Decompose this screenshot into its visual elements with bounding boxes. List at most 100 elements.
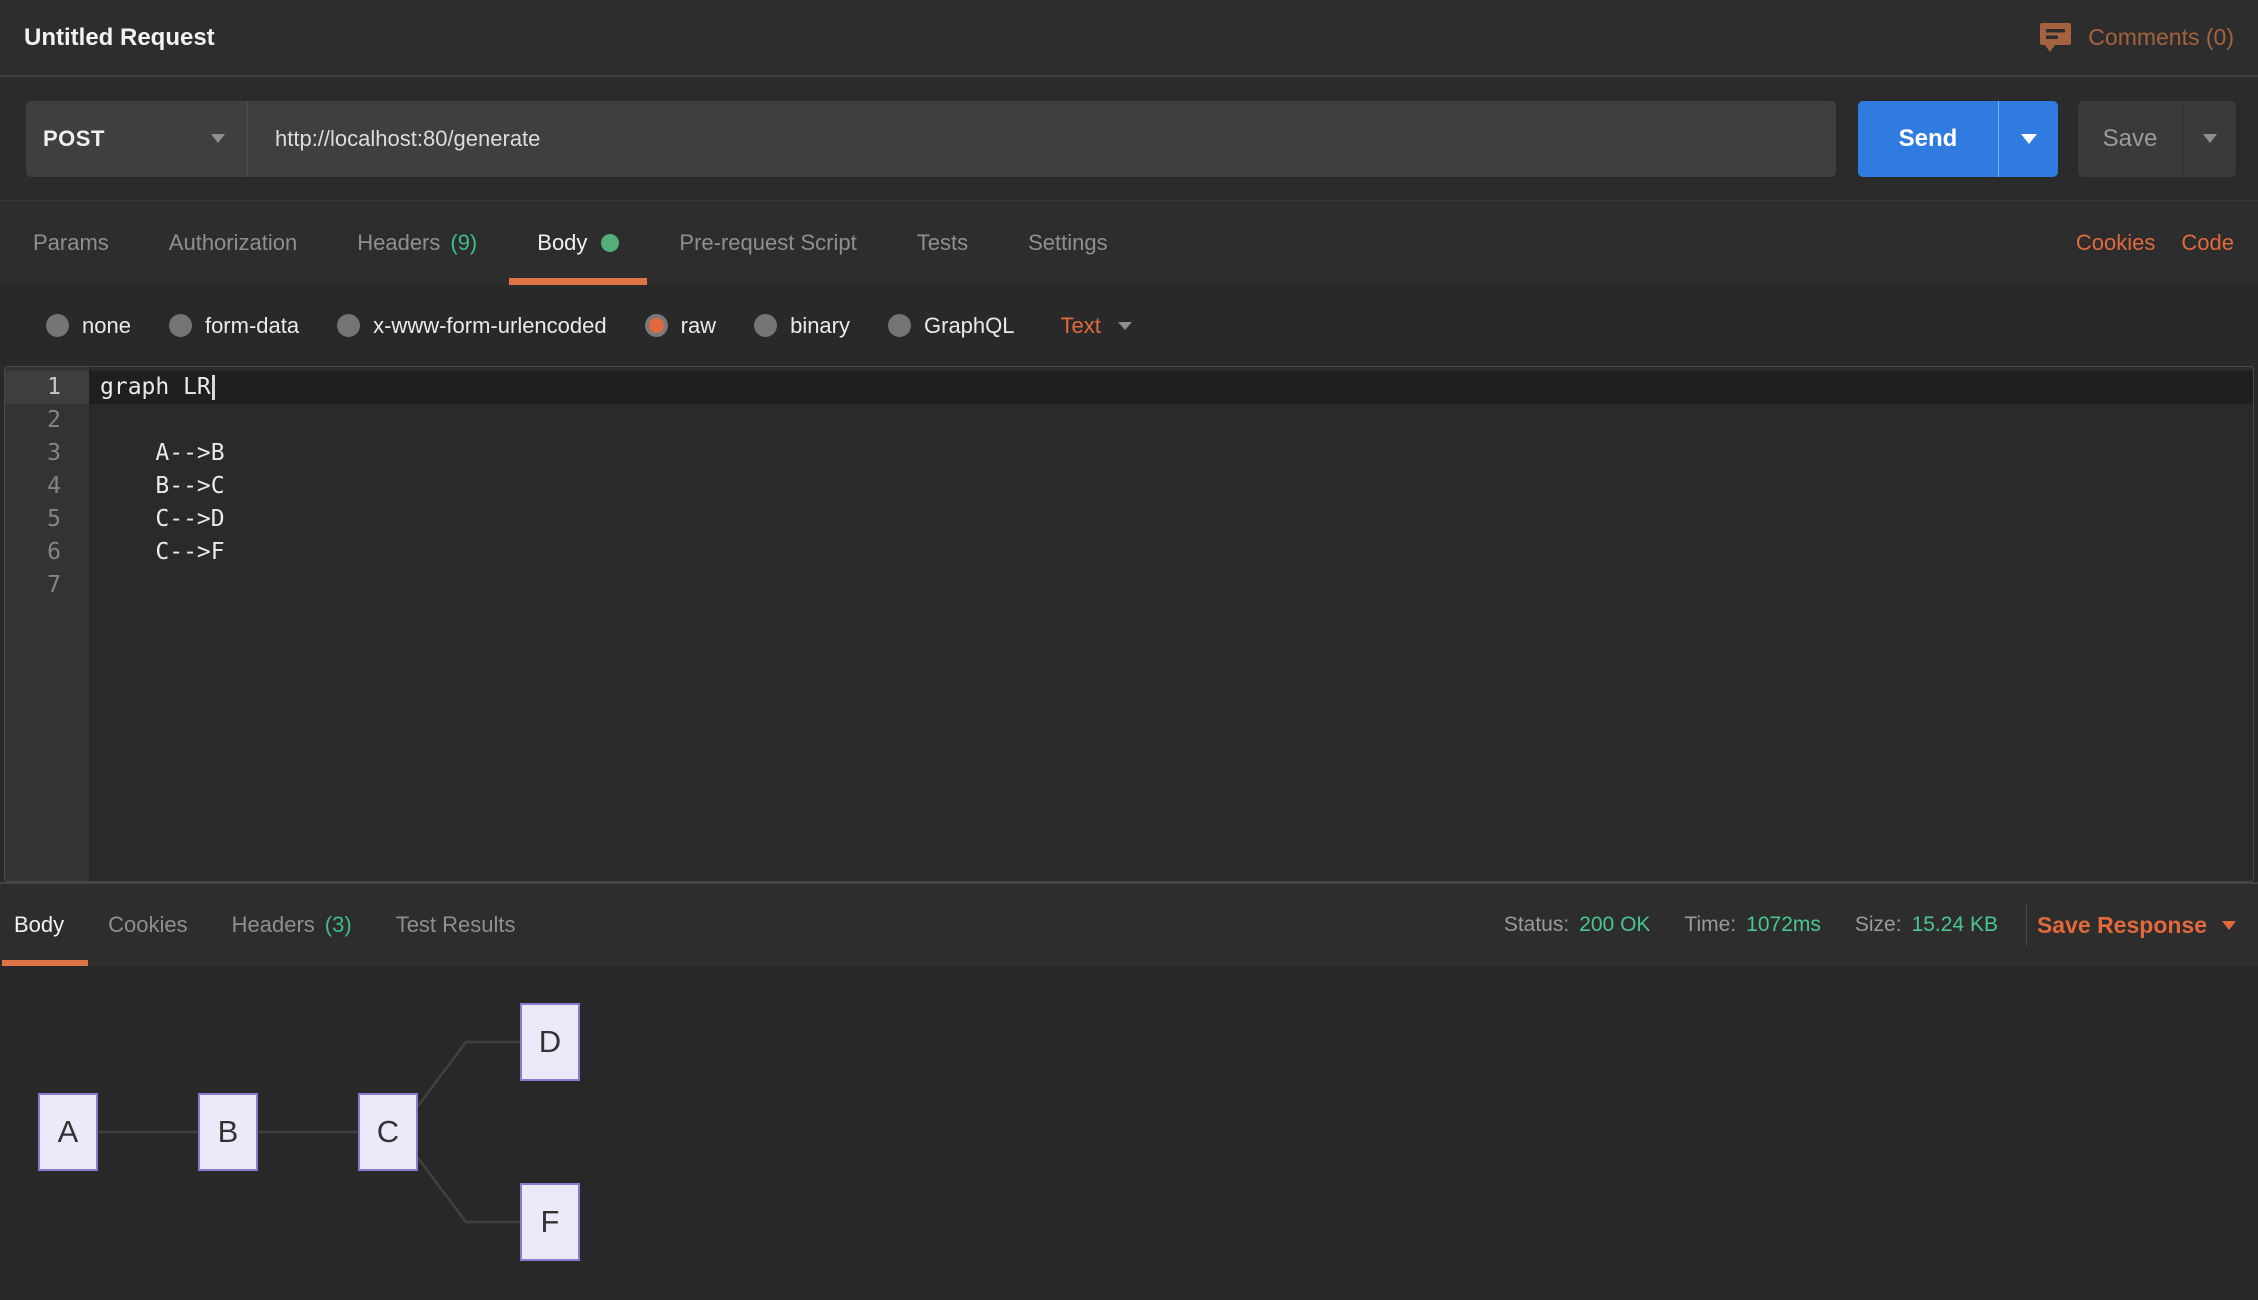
editor-code[interactable]: graph LR A-->B B-->C C-->D C-->F <box>89 367 2253 881</box>
response-tab-headers[interactable]: Headers (3) <box>232 884 352 966</box>
editor-gutter: 1234567 <box>5 367 89 881</box>
tab-label: Params <box>33 230 109 256</box>
header-links: Cookies Code <box>2076 201 2234 285</box>
raw-format-label: Text <box>1061 313 1101 339</box>
code-line[interactable]: C-->D <box>89 503 2253 536</box>
body-type-row: none form-data x-www-form-urlencoded raw bin… <box>0 285 2258 366</box>
url-input[interactable]: http://localhost:80/generate <box>248 101 1836 177</box>
request-tabs: Params Authorization Headers(9) Body Pre-req… <box>33 201 1108 285</box>
radio-label: binary <box>790 313 850 339</box>
tab-label: Headers <box>357 230 440 256</box>
radio-dot-icon <box>46 314 69 337</box>
tab-settings[interactable]: Settings <box>1028 201 1108 285</box>
radio-form-data[interactable]: form-data <box>169 313 299 339</box>
save-button[interactable]: Save <box>2078 101 2182 177</box>
flowchart-edge-C-F <box>418 1158 520 1222</box>
radio-dot-icon <box>645 314 668 337</box>
line-number: 6 <box>5 536 89 569</box>
code-text: A-->B <box>100 440 225 466</box>
status-label: Status: <box>1504 913 1569 937</box>
status-label: Time: <box>1684 913 1736 937</box>
radio-dot-icon <box>169 314 192 337</box>
code-line[interactable] <box>89 404 2253 437</box>
radio-x-www-form-urlencoded[interactable]: x-www-form-urlencoded <box>337 313 607 339</box>
radio-label: raw <box>681 313 716 339</box>
topbar: Untitled Request Comments (0) <box>0 0 2258 77</box>
line-number: 7 <box>5 569 89 602</box>
tab-label: Cookies <box>108 912 187 938</box>
chevron-down-icon <box>2203 134 2217 143</box>
response-tabs: Body Cookies Headers (3) Test Results <box>14 884 516 966</box>
radio-label: x-www-form-urlencoded <box>373 313 607 339</box>
code-line[interactable]: B-->C <box>89 470 2253 503</box>
line-number: 3 <box>5 437 89 470</box>
url-container: POST http://localhost:80/generate <box>26 101 1836 177</box>
tab-body[interactable]: Body <box>537 201 619 285</box>
flowchart-node-B: B <box>198 1093 258 1171</box>
tab-count-badge: (3) <box>325 912 352 938</box>
request-bar: POST http://localhost:80/generate Send S… <box>0 77 2258 200</box>
chevron-down-icon <box>211 134 225 143</box>
line-number: 4 <box>5 470 89 503</box>
tab-label: Pre-request Script <box>679 230 856 256</box>
radio-label: none <box>82 313 131 339</box>
chevron-down-icon <box>2222 921 2236 930</box>
radio-binary[interactable]: binary <box>754 313 850 339</box>
comments-button[interactable]: Comments (0) <box>2039 22 2234 53</box>
status-label: Size: <box>1855 913 1902 937</box>
send-button[interactable]: Send <box>1858 101 1998 177</box>
chevron-down-icon <box>1118 322 1132 330</box>
code-line[interactable]: graph LR <box>89 371 2253 404</box>
comments-icon <box>2039 22 2072 53</box>
tab-authorization[interactable]: Authorization <box>169 201 297 285</box>
method-select[interactable]: POST <box>26 101 248 177</box>
chevron-down-icon <box>2021 134 2037 144</box>
radio-label: GraphQL <box>924 313 1015 339</box>
line-number: 5 <box>5 503 89 536</box>
code-line[interactable]: C-->F <box>89 536 2253 569</box>
code-line[interactable] <box>89 569 2253 602</box>
link-code[interactable]: Code <box>2181 230 2234 256</box>
tab-pre-request-script[interactable]: Pre-request Script <box>679 201 856 285</box>
request-tabs-row: Params Authorization Headers(9) Body Pre-req… <box>0 200 2258 285</box>
tab-label: Settings <box>1028 230 1108 256</box>
response-header: Body Cookies Headers (3) Test Results Status… <box>0 882 2258 966</box>
tab-label: Body <box>14 912 64 938</box>
line-number: 1 <box>5 371 89 404</box>
code-text: C-->D <box>100 506 225 532</box>
save-response-button[interactable]: Save Response <box>2037 884 2236 966</box>
response-tab-body[interactable]: Body <box>14 884 64 966</box>
tab-headers[interactable]: Headers(9) <box>357 201 477 285</box>
save-options-button[interactable] <box>2182 101 2236 177</box>
response-tab-cookies[interactable]: Cookies <box>108 884 187 966</box>
raw-format-select[interactable]: Text <box>1061 313 1132 339</box>
radio-dot-icon <box>754 314 777 337</box>
tab-label: Body <box>537 230 587 256</box>
code-text: C-->F <box>100 539 225 565</box>
code-line[interactable]: A-->B <box>89 437 2253 470</box>
status-value: 200 OK <box>1579 913 1650 937</box>
tab-label: Test Results <box>396 912 516 938</box>
flowchart-node-F: F <box>520 1183 580 1261</box>
send-options-button[interactable] <box>1998 101 2058 177</box>
editor-strip: 1234567 graph LR A-->B B-->C C-->D C-->F <box>0 366 2258 882</box>
response-status-group: Status:200 OKTime:1072msSize:15.24 KB <box>1504 884 1998 966</box>
flowchart-node-D: D <box>520 1003 580 1081</box>
radio-graphql[interactable]: GraphQL <box>888 313 1015 339</box>
tab-tests[interactable]: Tests <box>917 201 968 285</box>
tab-params[interactable]: Params <box>33 201 109 285</box>
flowchart-node-C: C <box>358 1093 418 1171</box>
radio-raw[interactable]: raw <box>645 313 716 339</box>
request-body-editor[interactable]: 1234567 graph LR A-->B B-->C C-->D C-->F <box>4 366 2254 882</box>
status-item: Size:15.24 KB <box>1855 913 1998 937</box>
radio-none[interactable]: none <box>46 313 131 339</box>
status-item: Status: 200 OK <box>1504 913 1651 937</box>
response-body: ABCDF <box>0 966 2258 1300</box>
green-dot-icon <box>601 234 619 252</box>
response-tab-test-results[interactable]: Test Results <box>396 884 516 966</box>
body-type-radios: none form-data x-www-form-urlencoded raw bin… <box>46 313 1015 339</box>
link-cookies[interactable]: Cookies <box>2076 230 2155 256</box>
tab-label: Headers <box>232 912 315 938</box>
line-number: 2 <box>5 404 89 437</box>
radio-label: form-data <box>205 313 299 339</box>
